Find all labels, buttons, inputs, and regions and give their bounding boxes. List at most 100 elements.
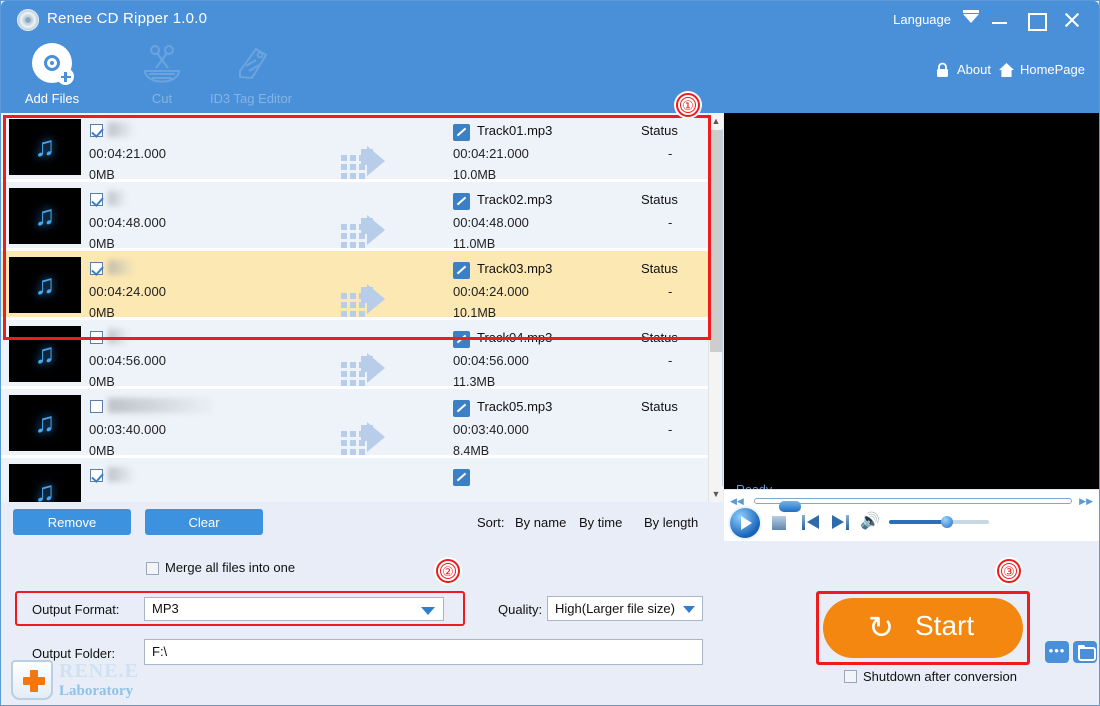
sort-by-length[interactable]: By length (644, 515, 698, 530)
add-disc-icon (9, 41, 95, 87)
pencil-edit-icon[interactable] (453, 400, 470, 417)
chevron-down-icon[interactable] (421, 607, 435, 615)
about-link[interactable]: About (935, 61, 991, 79)
output-format-value: MP3 (152, 601, 179, 616)
table-row[interactable]: ♫ (1, 458, 709, 502)
output-size: 11.0MB (453, 237, 496, 251)
volume-icon[interactable]: 🔊 (860, 513, 882, 531)
list-scrollbar[interactable]: ▲ ▼ (708, 113, 723, 502)
scrollbar-thumb[interactable] (710, 130, 722, 352)
merge-files-label: Merge all files into one (165, 560, 296, 575)
output-folder-input[interactable]: F:\ (144, 639, 703, 665)
status-header: Status (641, 123, 678, 138)
row-checkbox[interactable] (90, 400, 103, 413)
logo-line1: RENE.E (59, 660, 139, 682)
toolbar-add-files[interactable]: Add Files (9, 41, 95, 106)
source-size: 0MB (89, 168, 115, 182)
row-checkbox[interactable] (90, 331, 103, 344)
output-size: 11.3MB (453, 375, 496, 389)
status-badge: - (668, 353, 673, 368)
volume-slider-handle[interactable] (941, 516, 953, 528)
source-duration: 00:04:48.000 (89, 215, 167, 230)
file-list-panel: ♫ 00:04:21.000 0MB Track01.mp3 00:04:21.000 1… (1, 113, 723, 502)
quality-select[interactable]: High(Larger file size) (547, 596, 703, 621)
chevron-down-icon[interactable] (683, 606, 695, 613)
app-window: Renee CD Ripper 1.0.0 Language Add Files (0, 0, 1100, 706)
pencil-edit-icon[interactable] (453, 469, 470, 486)
table-row[interactable]: ♫ 00:03:40.000 0MB Track05.mp3 00:03:40.000 8… (1, 389, 709, 458)
browse-folder-button[interactable]: ••• (1045, 641, 1069, 663)
source-filename-redacted (108, 260, 134, 275)
status-badge: - (668, 284, 673, 299)
output-filename: Track03.mp3 (477, 261, 553, 276)
seek-slider[interactable] (754, 498, 1072, 512)
rene-e-logo: RENE.E Laboratory (9, 656, 154, 704)
status-badge: - (668, 146, 673, 161)
status-header: Status (641, 399, 678, 414)
close-icon[interactable] (1059, 9, 1085, 31)
seek-slider-handle[interactable] (779, 501, 801, 512)
table-row[interactable]: ♫ 00:04:48.000 0MB Track02.mp3 00:04:48.000 1… (1, 182, 709, 251)
row-checkbox[interactable] (90, 469, 103, 482)
chevron-down-icon[interactable]: ▼ (709, 486, 723, 502)
row-checkbox[interactable] (90, 262, 103, 275)
source-duration: 00:04:24.000 (89, 284, 167, 299)
minimize-button[interactable] (987, 9, 1013, 31)
output-duration: 00:04:21.000 (453, 146, 529, 161)
shutdown-after-conversion-checkbox[interactable] (844, 670, 857, 683)
remove-button[interactable]: Remove (13, 509, 131, 535)
preview-player[interactable]: Ready ◀◀ ▶▶ 🔊 (724, 113, 1099, 541)
output-size: 10.1MB (453, 306, 497, 320)
shutdown-after-conversion-label: Shutdown after conversion (863, 669, 1017, 684)
skip-next-icon[interactable] (832, 514, 849, 531)
row-checkbox[interactable] (90, 193, 103, 206)
output-size: 10.0MB (453, 168, 497, 182)
maximize-button[interactable] (1023, 9, 1049, 31)
table-row[interactable]: ♫ 00:04:21.000 0MB Track01.mp3 00:04:21.000 1… (1, 113, 709, 182)
clear-button[interactable]: Clear (145, 509, 263, 535)
table-row[interactable]: ♫ 00:04:56.000 0MB Track04.mp3 00:04:56.000 1… (1, 320, 709, 389)
music-note-icon: ♫ (9, 188, 81, 244)
output-duration: 00:04:24.000 (453, 284, 529, 299)
refresh-cycle-icon: ↻ (868, 610, 894, 645)
fast-forward-icon[interactable]: ▶▶ (1079, 496, 1093, 507)
pencil-edit-icon[interactable] (453, 331, 470, 348)
toolbar-id3-tag-editor[interactable]: ID3 Tag Editor (193, 41, 309, 106)
player-controls: ◀◀ ▶▶ 🔊 (724, 489, 1099, 541)
volume-slider[interactable] (889, 516, 989, 528)
source-duration: 00:04:21.000 (89, 146, 167, 161)
chevron-up-icon[interactable]: ▲ (709, 113, 723, 129)
tag-pencil-icon (193, 41, 309, 87)
source-size: 0MB (89, 306, 115, 320)
play-icon[interactable] (730, 508, 760, 538)
merge-files-checkbox[interactable] (146, 562, 159, 575)
pencil-edit-icon[interactable] (453, 193, 470, 210)
output-duration: 00:03:40.000 (453, 422, 529, 437)
output-duration: 00:04:48.000 (453, 215, 529, 230)
source-filename-redacted (108, 122, 134, 137)
sort-by-name[interactable]: By name (515, 515, 566, 530)
language-menu[interactable]: Language (893, 12, 951, 27)
title-header: Renee CD Ripper 1.0.0 Language Add Files (1, 1, 1099, 113)
titlebar: Renee CD Ripper 1.0.0 Language (1, 1, 1099, 39)
source-duration: 00:03:40.000 (89, 422, 167, 437)
cross-icon (23, 670, 45, 692)
pencil-edit-icon[interactable] (453, 124, 470, 141)
pencil-edit-icon[interactable] (453, 262, 470, 279)
skip-previous-icon[interactable] (802, 514, 819, 531)
homepage-link[interactable]: HomePage (998, 61, 1085, 79)
stop-icon[interactable] (772, 516, 786, 530)
output-format-select[interactable]: MP3 (144, 597, 444, 621)
folder-open-icon[interactable] (1073, 641, 1097, 663)
sort-label: Sort: (477, 515, 505, 530)
sort-by-time[interactable]: By time (579, 515, 622, 530)
window-title: Renee CD Ripper 1.0.0 (47, 10, 208, 27)
start-button-label: Start (915, 610, 975, 641)
list-toolbar: Remove Clear Sort: By name By time By le… (1, 502, 723, 542)
row-checkbox[interactable] (90, 124, 103, 137)
file-list[interactable]: ♫ 00:04:21.000 0MB Track01.mp3 00:04:21.000 1… (1, 113, 709, 502)
chevron-down-icon[interactable] (963, 10, 979, 23)
rewind-icon[interactable]: ◀◀ (730, 496, 744, 507)
start-button[interactable]: ↻ Start (823, 598, 1023, 658)
table-row[interactable]: ♫ 00:04:24.000 0MB Track03.mp3 00:04:24.000 1… (1, 251, 709, 320)
